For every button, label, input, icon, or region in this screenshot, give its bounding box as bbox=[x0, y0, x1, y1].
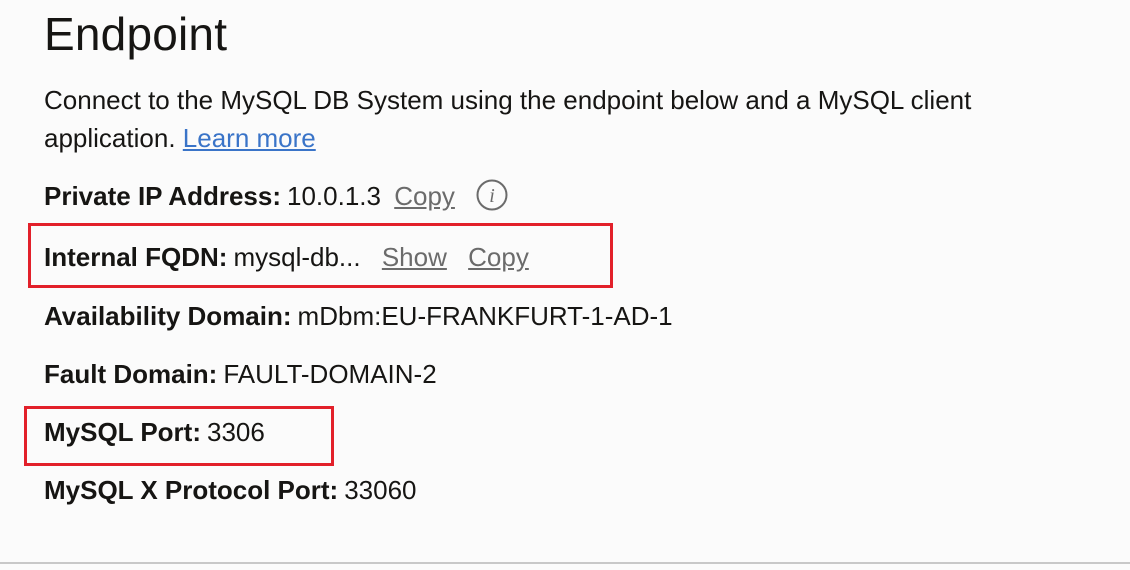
endpoint-panel: Endpoint Connect to the MySQL DB System … bbox=[0, 0, 1130, 570]
private-ip-copy-link[interactable]: Copy bbox=[394, 181, 455, 211]
private-ip-row: Private IP Address: 10.0.1.3 Copy i bbox=[44, 179, 508, 214]
learn-more-link[interactable]: Learn more bbox=[183, 123, 316, 153]
mysql-x-port-value: 33060 bbox=[344, 475, 417, 505]
availability-domain-value: mDbm:EU-FRANKFURT-1-AD-1 bbox=[297, 301, 673, 331]
fault-domain-row: Fault Domain: FAULT-DOMAIN-2 bbox=[44, 357, 437, 391]
private-ip-value: 10.0.1.3 bbox=[287, 181, 381, 211]
mysql-x-port-row: MySQL X Protocol Port: 33060 bbox=[44, 473, 417, 507]
mysql-x-port-label: MySQL X Protocol Port: bbox=[44, 475, 339, 505]
private-ip-label: Private IP Address: bbox=[44, 181, 281, 211]
fault-domain-value: FAULT-DOMAIN-2 bbox=[223, 359, 437, 389]
fault-domain-label: Fault Domain: bbox=[44, 359, 218, 389]
divider bbox=[0, 562, 1130, 564]
info-icon[interactable]: i bbox=[476, 179, 508, 211]
availability-domain-row: Availability Domain: mDbm:EU-FRANKFURT-1-… bbox=[44, 299, 673, 333]
fqdn-highlight-box bbox=[28, 223, 613, 288]
availability-domain-label: Availability Domain: bbox=[44, 301, 292, 331]
section-title: Endpoint bbox=[44, 8, 228, 60]
section-description: Connect to the MySQL DB System using the… bbox=[44, 81, 1084, 157]
port-highlight-box bbox=[24, 406, 334, 466]
svg-text:i: i bbox=[489, 185, 495, 207]
